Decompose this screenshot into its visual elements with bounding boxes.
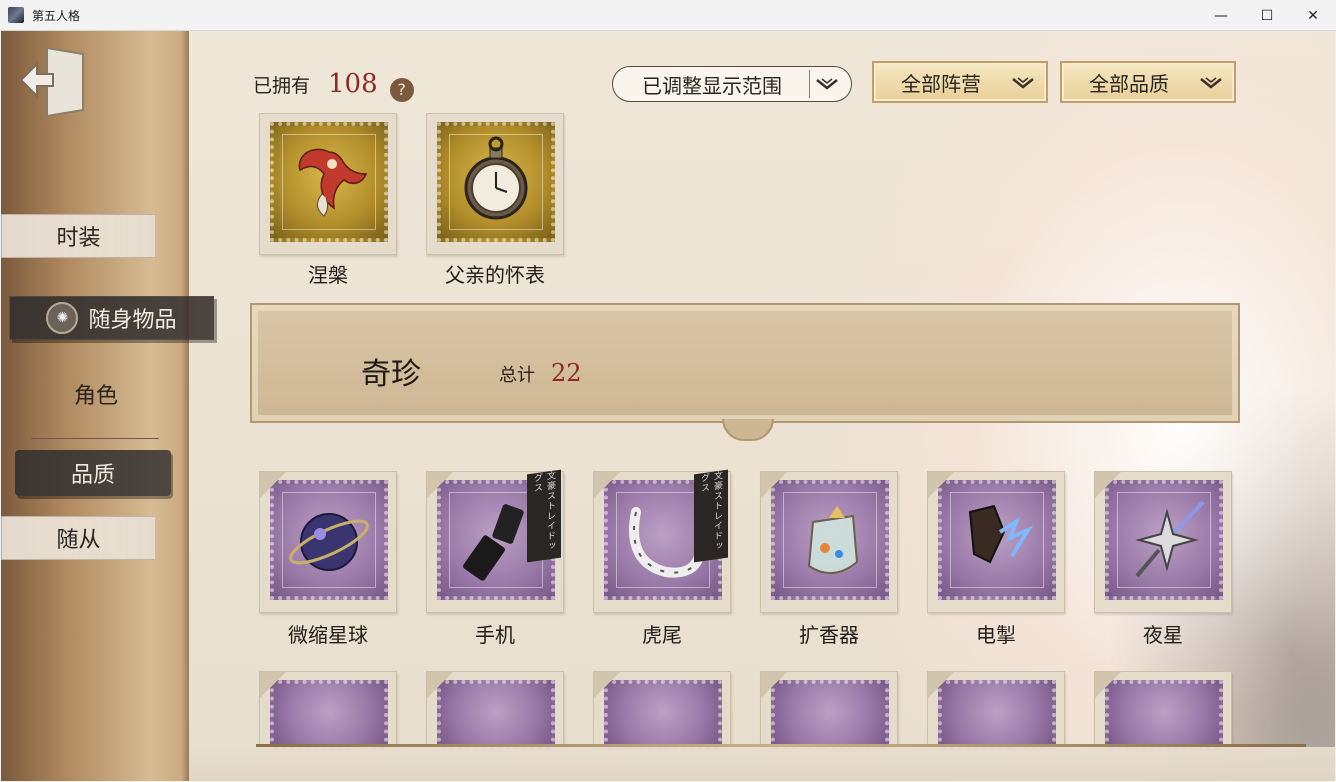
tab-followers-label: 随从 <box>56 528 101 553</box>
chevron-down-icon <box>809 70 843 98</box>
section-notch <box>722 419 774 441</box>
exit-door-icon[interactable] <box>17 44 87 118</box>
card-corner <box>928 672 954 698</box>
game-viewport: 时装 ✺ 随身物品 角色 品质 随从 已拥有 108 ? 已调整显示范围 全部阵… <box>1 31 1335 781</box>
item-card[interactable] <box>426 113 564 255</box>
mini-planet-icon <box>282 492 376 586</box>
window-title: 第五人格 <box>32 8 81 23</box>
card-corner <box>761 672 787 698</box>
purple-stamp-frame <box>1105 680 1223 750</box>
tab-accessories[interactable]: ✺ 随身物品 <box>9 296 214 340</box>
filter-character[interactable]: 角色 <box>31 372 161 416</box>
night-star-icon <box>1117 492 1211 586</box>
pocket-watch-icon <box>449 134 543 228</box>
filter-character-label: 角色 <box>73 384 118 409</box>
purple-stamp-frame <box>604 680 722 750</box>
quality-select-value: 全部品质 <box>1089 71 1169 96</box>
item-card[interactable] <box>760 671 898 750</box>
owned-count: 108 <box>328 69 378 99</box>
display-range-select[interactable]: 已调整显示范围 <box>612 66 852 102</box>
sidebar-divider <box>31 438 159 439</box>
item-card[interactable] <box>259 113 397 255</box>
chevron-down-icon <box>1010 72 1036 92</box>
collab-ribbon: 文豪ストレイドッグス <box>694 469 728 563</box>
owned-label: 已拥有 <box>253 75 311 97</box>
item-card[interactable] <box>259 471 397 613</box>
owned-summary: 已拥有 108 ? <box>253 69 414 102</box>
section-title: 奇珍 <box>361 357 421 392</box>
filter-quality-label: 品质 <box>70 463 115 488</box>
purple-stamp-frame <box>270 680 388 750</box>
filter-quality[interactable]: 品质 <box>15 450 171 496</box>
card-corner <box>427 672 453 698</box>
purple-stamp-frame <box>938 680 1056 750</box>
lightning-glove-icon <box>950 492 1044 586</box>
help-icon[interactable]: ? <box>389 77 414 102</box>
tab-accessories-label: 随身物品 <box>88 308 177 333</box>
item-name: 涅槃 <box>308 263 348 287</box>
item-name: 微缩星球 <box>288 623 368 647</box>
card-corner <box>1095 672 1121 698</box>
phoenix-icon <box>282 134 376 228</box>
item-card[interactable] <box>927 671 1065 750</box>
item-card[interactable] <box>1094 671 1232 750</box>
item-name: 夜星 <box>1143 623 1183 647</box>
tab-outfits-label: 时装 <box>56 226 101 251</box>
diffuser-icon <box>783 492 877 586</box>
maximize-button[interactable]: ☐ <box>1244 0 1290 31</box>
item-name: 扩香器 <box>799 623 859 647</box>
sidebar: 时装 ✺ 随身物品 角色 品质 随从 <box>1 31 214 781</box>
purple-stamp-frame <box>771 680 889 750</box>
tab-followers[interactable]: 随从 <box>1 516 156 560</box>
item-card[interactable] <box>760 471 898 613</box>
minimize-button[interactable]: — <box>1198 0 1244 31</box>
item-name: 虎尾 <box>642 623 682 647</box>
purple-stamp-frame <box>437 680 555 750</box>
window-titlebar: 第五人格 — ☐ ✕ <box>0 0 1336 31</box>
quality-select[interactable]: 全部品质 <box>1060 61 1236 103</box>
item-card[interactable]: 文豪ストレイドッグス <box>593 469 731 613</box>
item-card[interactable] <box>259 671 397 750</box>
item-card[interactable] <box>1094 471 1232 613</box>
item-card[interactable]: 文豪ストレイドッグス <box>426 469 564 613</box>
item-card[interactable] <box>593 671 731 750</box>
item-card[interactable] <box>426 671 564 750</box>
item-name: 手机 <box>475 623 515 647</box>
section-total-label: 总计 <box>499 365 535 386</box>
card-corner <box>594 672 620 698</box>
section-total: 总计 22 <box>499 359 582 387</box>
tab-outfits[interactable]: 时装 <box>1 214 156 258</box>
collab-ribbon: 文豪ストレイドッグス <box>527 469 561 563</box>
chevron-down-icon <box>1198 72 1224 92</box>
item-name: 电掣 <box>976 623 1016 647</box>
faction-select-value: 全部阵营 <box>901 71 981 96</box>
item-card[interactable] <box>927 471 1065 613</box>
section-total-count: 22 <box>551 359 582 387</box>
close-button[interactable]: ✕ <box>1290 0 1336 31</box>
faction-select[interactable]: 全部阵营 <box>872 61 1048 103</box>
window-controls: — ☐ ✕ <box>1198 0 1336 31</box>
item-name: 父亲的怀表 <box>445 263 545 287</box>
app-icon <box>8 7 24 23</box>
bottom-shade <box>189 747 1335 781</box>
accessory-emblem-icon: ✺ <box>46 302 79 334</box>
card-corner <box>260 672 286 698</box>
